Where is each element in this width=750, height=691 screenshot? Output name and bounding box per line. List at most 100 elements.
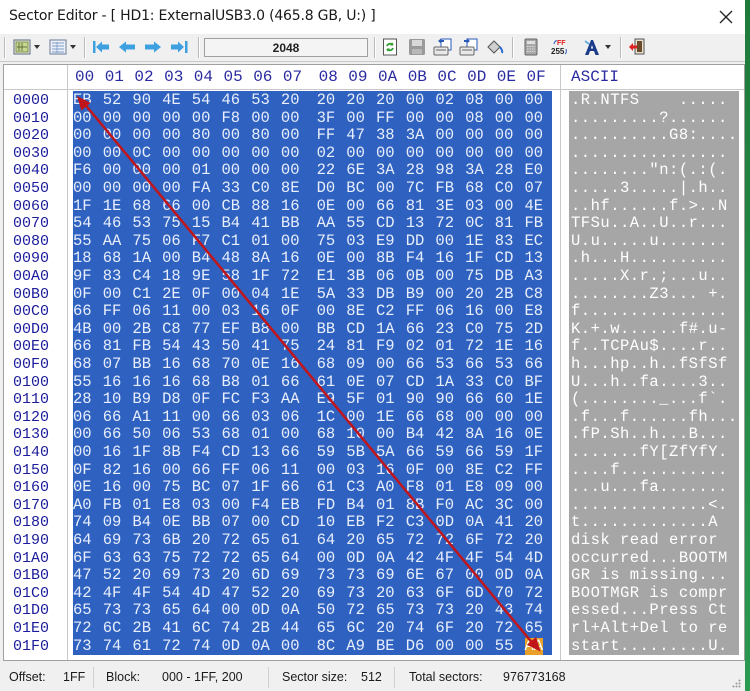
hex-byte[interactable]: 06 — [162, 426, 181, 444]
hex-byte[interactable]: 1E — [525, 391, 544, 409]
hex-byte[interactable]: 63 — [103, 550, 122, 568]
hex-byte[interactable]: 03 — [192, 497, 211, 515]
ascii-text[interactable]: BOOTMGR is compr — [571, 585, 728, 603]
ascii-text[interactable]: ................ — [571, 145, 728, 163]
hex-byte[interactable]: 07 — [103, 356, 122, 374]
hex-byte[interactable]: 00 — [465, 409, 484, 427]
hex-byte[interactable]: 6F — [73, 550, 92, 568]
hex-byte[interactable]: 66 — [406, 321, 425, 339]
hex-byte[interactable]: 1F — [73, 198, 92, 216]
exit-button[interactable] — [626, 37, 648, 57]
hex-byte[interactable]: 16 — [376, 462, 395, 480]
hex-byte[interactable]: 70 — [495, 585, 514, 603]
hex-byte[interactable]: 65 — [525, 620, 544, 638]
hex-byte[interactable]: F4 — [406, 250, 425, 268]
hex-byte[interactable]: 2B — [132, 321, 151, 339]
hex-byte[interactable]: 70 — [222, 356, 241, 374]
hex-byte[interactable]: 72 — [346, 602, 365, 620]
hex-byte[interactable]: FF — [317, 127, 336, 145]
hex-byte[interactable]: 0F — [192, 286, 211, 304]
hex-byte[interactable]: 00 — [281, 426, 300, 444]
hex-byte[interactable]: 2B — [251, 620, 270, 638]
hex-byte[interactable]: 8E — [281, 180, 300, 198]
hex-byte[interactable]: 33 — [222, 180, 241, 198]
last-sector-button[interactable] — [168, 37, 192, 57]
hex-byte[interactable]: 13 — [406, 215, 425, 233]
hex-byte[interactable]: 00 — [495, 92, 514, 110]
hex-byte[interactable]: 00 — [103, 145, 122, 163]
hex-byte[interactable]: 00 — [465, 567, 484, 585]
hex-byte[interactable]: 1F — [465, 250, 484, 268]
hex-byte[interactable]: 16 — [103, 479, 122, 497]
hex-byte[interactable]: 00 — [525, 479, 544, 497]
import-button[interactable] — [458, 37, 480, 57]
hex-byte[interactable]: 2B — [132, 620, 151, 638]
hex-byte[interactable]: 3A — [465, 162, 484, 180]
hex-byte[interactable]: 68 — [132, 198, 151, 216]
hex-byte[interactable]: 73 — [346, 567, 365, 585]
hex-byte[interactable]: 00 — [435, 638, 454, 656]
hex-byte[interactable]: 16 — [251, 303, 270, 321]
hex-byte[interactable]: 74 — [103, 638, 122, 656]
hex-byte[interactable]: 66 — [465, 391, 484, 409]
hex-byte[interactable]: C0 — [465, 321, 484, 339]
hex-byte[interactable]: 61 — [317, 479, 336, 497]
hex-byte[interactable]: 73 — [132, 532, 151, 550]
hex-byte[interactable]: 00 — [317, 462, 336, 480]
hex-byte[interactable]: 64 — [192, 602, 211, 620]
hex-byte[interactable]: 73 — [132, 602, 151, 620]
hex-byte[interactable]: 68 — [222, 426, 241, 444]
hex-byte[interactable]: 68 — [317, 426, 336, 444]
hex-byte[interactable]: 74 — [406, 620, 425, 638]
hex-byte[interactable]: FF — [222, 462, 241, 480]
hex-byte[interactable]: 00 — [162, 127, 181, 145]
hex-byte[interactable]: 06 — [132, 303, 151, 321]
hex-byte[interactable]: 73 — [103, 602, 122, 620]
hex-byte[interactable]: 01 — [435, 338, 454, 356]
hex-byte[interactable]: 72 — [435, 215, 454, 233]
hex-byte[interactable]: 00 — [406, 110, 425, 128]
hex-byte[interactable]: A1 — [132, 409, 151, 427]
hex-byte[interactable]: E8 — [465, 479, 484, 497]
hex-byte[interactable]: 66 — [406, 356, 425, 374]
hex-byte[interactable]: 00 — [222, 602, 241, 620]
hex-byte[interactable]: 0E — [162, 514, 181, 532]
refresh-button[interactable] — [380, 37, 400, 57]
hex-byte[interactable]: F6 — [73, 162, 92, 180]
hex-byte[interactable]: 4D — [192, 585, 211, 603]
hex-byte[interactable]: 6C — [103, 620, 122, 638]
hex-byte[interactable]: 00 — [435, 233, 454, 251]
hex-byte[interactable]: 09 — [346, 356, 365, 374]
save-button[interactable] — [406, 37, 428, 57]
hex-byte[interactable]: E9 — [376, 233, 395, 251]
hex-byte[interactable]: 6B — [162, 532, 181, 550]
hex-byte[interactable]: 00 — [222, 162, 241, 180]
hex-byte[interactable]: 73 — [346, 585, 365, 603]
hex-byte[interactable]: BF — [525, 374, 544, 392]
hex-byte[interactable]: C3 — [346, 479, 365, 497]
hex-byte[interactable]: 00 — [435, 462, 454, 480]
hex-byte[interactable]: 16 — [132, 462, 151, 480]
hex-byte[interactable]: 75 — [132, 233, 151, 251]
hex-byte[interactable]: 4B — [73, 321, 92, 339]
hex-byte[interactable]: 07 — [222, 479, 241, 497]
hex-byte[interactable]: BC — [346, 180, 365, 198]
hex-byte[interactable]: 8E — [465, 462, 484, 480]
ascii-text[interactable]: .....3.....|.h.. — [571, 180, 728, 198]
hex-byte[interactable]: 68 — [465, 180, 484, 198]
hex-byte[interactable]: 00 — [525, 127, 544, 145]
hex-byte[interactable]: FB — [132, 338, 151, 356]
hex-byte[interactable]: 06 — [281, 409, 300, 427]
hex-byte[interactable]: 6F — [435, 585, 454, 603]
hex-byte[interactable]: 16 — [495, 426, 514, 444]
hex-byte[interactable]: C0 — [251, 180, 270, 198]
hex-byte[interactable]: 1C — [317, 409, 336, 427]
hex-byte[interactable]: 00 — [103, 162, 122, 180]
hex-byte[interactable]: 66 — [465, 356, 484, 374]
ascii-text[interactable]: U.u.....u....... — [571, 233, 728, 251]
hex-byte[interactable]: 00 — [73, 110, 92, 128]
hex-byte[interactable]: 7C — [406, 180, 425, 198]
hex-byte[interactable]: 16 — [435, 250, 454, 268]
hex-byte[interactable]: 54 — [73, 215, 92, 233]
hex-byte[interactable]: 81 — [103, 338, 122, 356]
